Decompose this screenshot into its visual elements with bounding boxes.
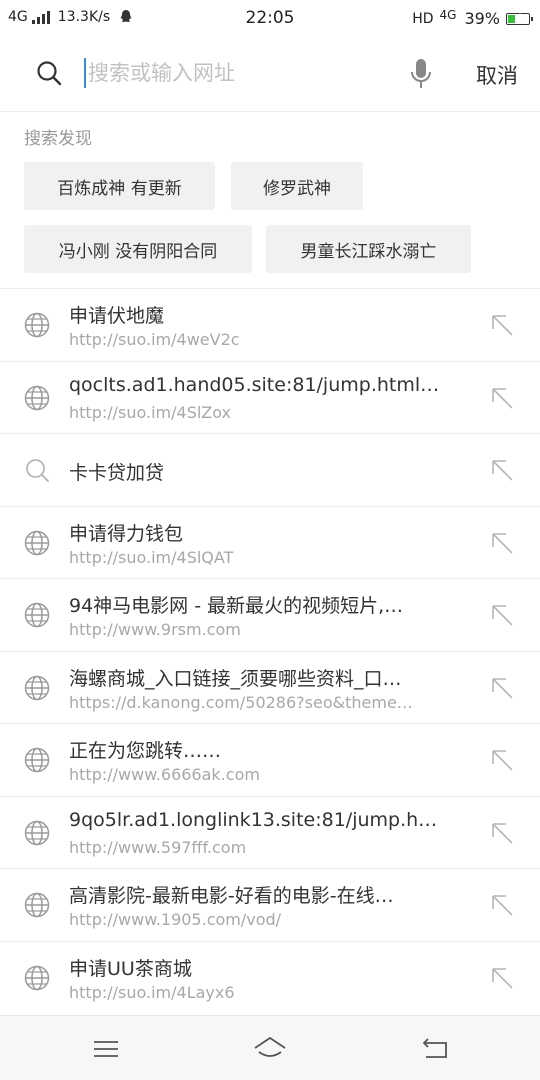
battery-percent: 39% [464,9,500,28]
discover-tag[interactable]: 百炼成神 有更新 [24,162,215,210]
list-item[interactable]: 94神马电影网 - 最新最火的视频短片,… http://www.9rsm.co… [0,578,540,651]
search-header: 取消 [0,36,540,112]
item-title: 海螺商城_入口链接_须要哪些资料_口… [69,667,402,690]
status-right: HD 4G 39% ⚡ [412,7,533,28]
item-title: 申请UU茶商城 [69,957,192,980]
list-item[interactable]: 申请UU茶商城 http://suo.im/4Layx6 [0,940,540,1014]
item-title: 申请伏地魔 [69,305,165,327]
text-cursor [84,58,86,88]
item-title: 卡卡贷加贷 [69,462,165,484]
discover-tag[interactable]: 男童长江踩水溺亡 [266,225,471,273]
item-url: https://d.kanong.com/50286?seo&theme… [69,692,413,712]
fill-query-arrow-icon[interactable] [490,603,514,627]
status-bar: 4G 13.3K/s 22:05 HD 4G 39% ⚡ [0,0,540,36]
list-item[interactable]: 申请得力钱包 http://suo.im/4SlQAT [0,505,540,579]
fill-query-arrow-icon[interactable] [490,313,514,337]
fill-query-arrow-icon[interactable] [490,821,514,845]
item-url: http://www.597fff.com [69,837,247,857]
hd-indicator: HD [412,10,434,27]
list-item[interactable]: 正在为您跳转…… http://www.6666ak.com [0,723,540,796]
globe-icon [24,675,50,700]
fill-query-arrow-icon[interactable] [490,531,514,555]
globe-icon [24,892,50,918]
fill-query-arrow-icon[interactable] [490,458,514,482]
item-title: 94神马电影网 - 最新最火的视频短片,… [69,595,404,617]
item-url: http://www.1905.com/vod/ [69,910,282,929]
item-title: 申请得力钱包 [69,522,184,545]
globe-icon [24,385,50,410]
item-url: http://suo.im/4SlZox [69,402,232,422]
suggestion-list: 申请伏地魔 http://suo.im/4weV2c qoclts.ad1.ha… [0,288,540,1013]
search-input[interactable] [88,54,388,92]
discover-tag[interactable]: 冯小刚 没有阴阳合同 [24,225,252,273]
list-item[interactable]: 海螺商城_入口链接_须要哪些资料_口… https://d.kanong.com… [0,650,540,724]
fill-query-arrow-icon[interactable] [490,893,514,917]
item-url: http://suo.im/4Layx6 [69,982,235,1002]
search-icon[interactable] [36,60,62,86]
cancel-button[interactable]: 取消 [476,60,518,90]
discover-title: 搜索发现 [24,129,92,149]
fill-query-arrow-icon[interactable] [490,966,514,990]
globe-icon [24,820,50,845]
item-title: qoclts.ad1.hand05.site:81/jump.html… [69,373,440,396]
item-title: 9qo5lr.ad1.longlink13.site:81/jump.h… [69,808,438,831]
list-item[interactable]: 申请伏地魔 http://suo.im/4weV2c [0,288,540,361]
microphone-icon[interactable] [410,58,432,90]
item-url: http://suo.im/4SlQAT [69,547,234,567]
list-item[interactable]: qoclts.ad1.hand05.site:81/jump.html… htt… [0,360,540,434]
item-title: 高清影院-最新电影-好看的电影-在线… [69,885,394,907]
battery-icon: ⚡ [506,10,533,25]
item-title: 正在为您跳转…… [69,740,222,762]
globe-icon [24,530,50,555]
home-icon[interactable] [253,1034,287,1064]
globe-icon [24,312,50,338]
item-url: http://suo.im/4weV2c [69,330,240,349]
charging-icon: ⚡ [514,10,522,24]
globe-icon [24,747,50,773]
discover-tag[interactable]: 修罗武神 [231,162,363,210]
globe-icon [24,965,50,990]
item-url: http://www.9rsm.com [69,620,241,639]
back-icon[interactable] [420,1034,450,1064]
list-item[interactable]: 9qo5lr.ad1.longlink13.site:81/jump.h… ht… [0,795,540,869]
globe-icon [24,602,50,628]
list-item[interactable]: 卡卡贷加贷 [0,433,540,506]
menu-icon[interactable] [91,1034,121,1064]
fill-query-arrow-icon[interactable] [490,386,514,410]
search-icon [26,459,49,482]
list-item[interactable]: 高清影院-最新电影-好看的电影-在线… http://www.1905.com/… [0,868,540,941]
item-url: http://www.6666ak.com [69,765,260,784]
fill-query-arrow-icon[interactable] [490,748,514,772]
fill-query-arrow-icon[interactable] [490,676,514,700]
network-type-right: 4G [439,7,457,22]
system-nav-bar [0,1015,540,1080]
